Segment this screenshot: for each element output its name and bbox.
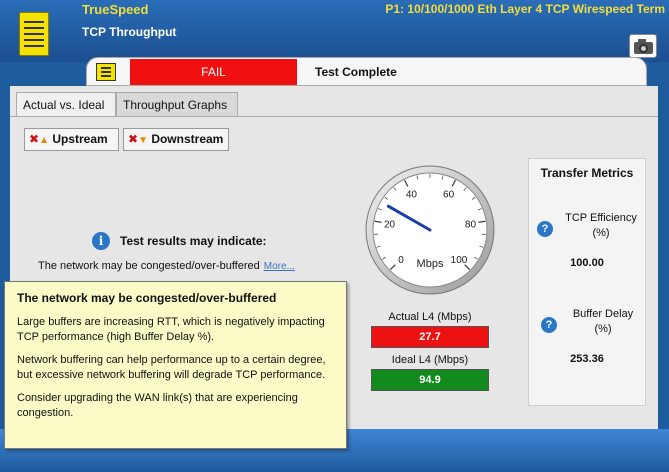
buffer-delay-value: 253.36: [570, 353, 604, 365]
more-link[interactable]: More...: [264, 261, 295, 272]
buffer-delay-label-line2: (%): [594, 323, 612, 335]
tab-divider: [10, 116, 658, 117]
info-icon: i: [92, 232, 110, 250]
downstream-label: Downstream: [151, 132, 224, 146]
transfer-metrics-title: Transfer Metrics: [540, 166, 634, 180]
gauge-tick-label: 80: [465, 220, 477, 231]
congestion-tooltip: The network may be congested/over-buffer…: [4, 281, 347, 449]
gauge-unit-label: Mbps: [417, 258, 444, 270]
help-icon[interactable]: ?: [537, 221, 553, 237]
test-name: TCP Throughput: [82, 25, 177, 39]
tooltip-title: The network may be congested/over-buffer…: [17, 291, 277, 305]
cause-text: The network may be congested/over-buffer…: [38, 260, 260, 272]
actual-l4-label: Actual L4 (Mbps): [388, 311, 472, 323]
fail-x-icon: ✖: [29, 132, 40, 146]
tcp-efficiency-value: 100.00: [570, 257, 604, 269]
indication-title: Test results may indicate:: [120, 234, 267, 248]
ideal-l4-label: Ideal L4 (Mbps): [391, 354, 469, 366]
actual-l4-value: 27.7: [371, 326, 489, 348]
transfer-metrics-panel: Transfer Metrics ? TCP Efficiency (%) 10…: [528, 158, 646, 406]
tcp-efficiency-label: TCP Efficiency (%): [559, 211, 643, 241]
tooltip-paragraph: Network buffering can help performance u…: [17, 354, 326, 381]
buffer-delay-label: Buffer Delay (%): [561, 307, 645, 337]
gauge-tick-label: 0: [398, 255, 404, 266]
fail-x-icon: ✖: [128, 132, 139, 146]
result-badge: FAIL: [130, 59, 297, 85]
menu-icon[interactable]: [19, 12, 49, 56]
up-arrow-icon: ▲: [39, 135, 49, 146]
tcp-efficiency-label-line2: (%): [592, 227, 610, 239]
tooltip-paragraph: Consider upgrading the WAN link(s) that …: [17, 392, 298, 419]
throughput-gauge: 0 20 40 60 80 100 Mbps: [365, 165, 495, 295]
results-menu-icon[interactable]: [96, 63, 116, 81]
tab-actual-vs-ideal[interactable]: Actual vs. Ideal: [16, 92, 116, 117]
camera-icon[interactable]: [629, 34, 657, 58]
gauge-tick-label: 20: [384, 220, 396, 231]
gauge-tick-label: 40: [406, 189, 418, 200]
tab-throughput-graphs[interactable]: Throughput Graphs: [116, 92, 238, 117]
buffer-delay-label-line1: Buffer Delay: [572, 308, 634, 320]
status-text: Test Complete: [315, 65, 397, 79]
status-bar: FAIL Test Complete: [86, 57, 647, 86]
indication-cause: The network may be congested/over-buffer…: [38, 260, 295, 272]
down-arrow-icon: ▼: [138, 135, 148, 146]
downstream-button[interactable]: ✖▼ Downstream: [123, 128, 229, 151]
gauge-tick-label: 60: [443, 189, 455, 200]
upstream-button[interactable]: ✖▲ Upstream: [24, 128, 119, 151]
tcp-efficiency-label-line1: TCP Efficiency: [565, 212, 637, 224]
app-header: TrueSpeed TCP Throughput P1: 10/100/1000…: [0, 0, 669, 62]
ideal-l4-value: 94.9: [371, 369, 489, 391]
upstream-label: Upstream: [52, 132, 108, 146]
tooltip-paragraph: Large buffers are increasing RTT, which …: [17, 316, 325, 343]
port-info: P1: 10/100/1000 Eth Layer 4 TCP Wirespee…: [385, 2, 665, 16]
gauge-tick-label: 100: [451, 255, 468, 266]
help-icon[interactable]: ?: [541, 317, 557, 333]
app-name: TrueSpeed: [82, 2, 149, 17]
